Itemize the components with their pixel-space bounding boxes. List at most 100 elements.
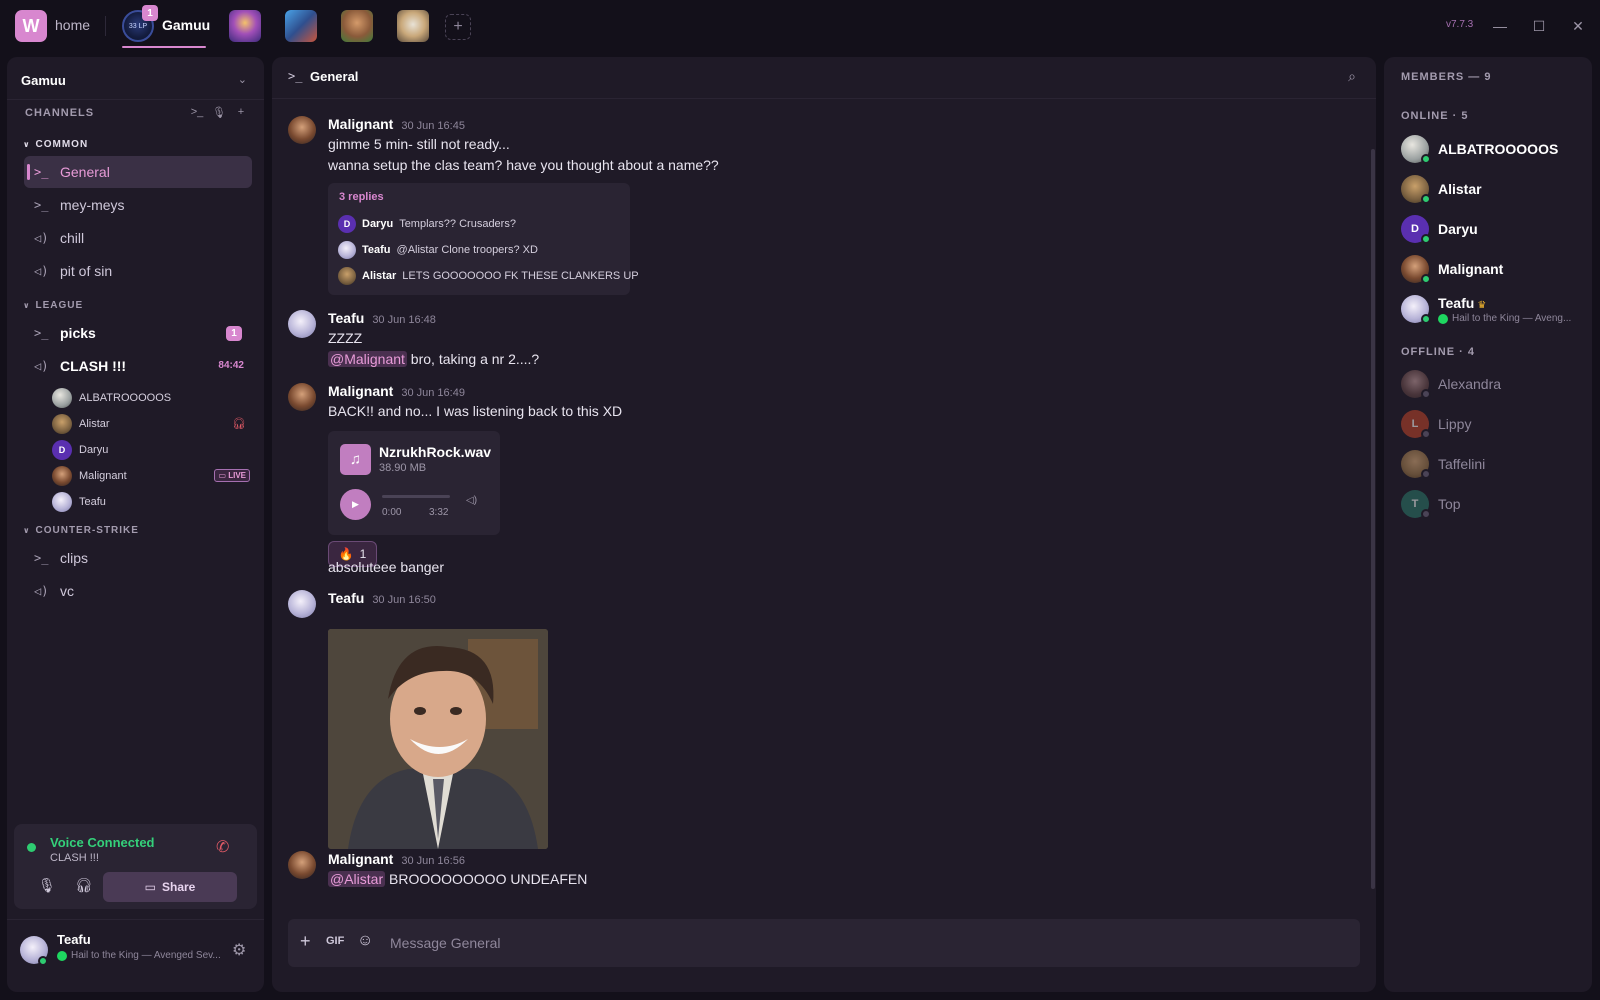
avatar: [338, 241, 356, 259]
message-author[interactable]: Malignant: [328, 851, 393, 867]
member-item[interactable]: Taffelini: [1401, 448, 1581, 480]
server-tab-gamuu[interactable]: 33 LP 1 Gamuu: [122, 5, 210, 48]
member-item[interactable]: D Daryu: [1401, 213, 1581, 245]
add-server-button[interactable]: +: [445, 14, 471, 40]
member-item[interactable]: T Top: [1401, 488, 1581, 520]
offline-status-dot: [1421, 509, 1431, 519]
mic-icon[interactable]: 🎙: [38, 877, 56, 894]
voice-member[interactable]: D Daryu: [52, 438, 250, 462]
live-badge: ▭ LIVE: [214, 469, 250, 482]
text-channel-icon: >_: [34, 165, 49, 179]
server-icon-3[interactable]: [285, 10, 317, 42]
voice-member-name: Alistar: [79, 418, 110, 430]
thread-preview[interactable]: 3 replies D Daryu Templars?? Crusaders? …: [328, 183, 639, 295]
home-tab[interactable]: home: [55, 17, 90, 33]
plus-icon[interactable]: +: [300, 931, 311, 952]
avatar[interactable]: [288, 383, 316, 411]
audio-progress-bar[interactable]: [382, 495, 450, 498]
message-composer: + GIF ☺: [288, 919, 1360, 967]
message-author[interactable]: Malignant: [328, 116, 393, 132]
volume-icon[interactable]: ◁): [466, 495, 477, 506]
search-icon[interactable]: ⌕: [1348, 68, 1356, 85]
category-counter-strike[interactable]: ∨ COUNTER-STRIKE: [23, 525, 139, 536]
thread-reply: D Daryu Templars?? Crusaders?: [338, 215, 516, 233]
avatar[interactable]: [288, 590, 316, 618]
play-icon[interactable]: ▶: [340, 489, 371, 520]
category-common[interactable]: ∨ COMMON: [23, 139, 88, 150]
reply-count[interactable]: 3 replies: [339, 191, 384, 203]
avatar: D: [338, 215, 356, 233]
add-text-channel-icon[interactable]: >_: [190, 106, 204, 119]
add-channel-icon[interactable]: +: [234, 106, 248, 119]
category-league[interactable]: ∨ LEAGUE: [23, 300, 83, 311]
hangup-icon[interactable]: ✆: [216, 837, 229, 857]
share-label: Share: [161, 880, 196, 894]
gif-button[interactable]: GIF: [326, 935, 344, 947]
image-attachment[interactable]: [328, 629, 548, 849]
channel-label: vc: [60, 583, 74, 599]
server-icon-4[interactable]: [341, 10, 373, 42]
message-author[interactable]: Malignant: [328, 383, 393, 399]
user-mention[interactable]: @Alistar: [328, 871, 386, 887]
close-button[interactable]: ✕: [1566, 14, 1590, 38]
voice-member[interactable]: Alistar 🎧︎: [52, 412, 250, 436]
maximize-button[interactable]: ☐: [1527, 14, 1551, 38]
server-header[interactable]: Gamuu ⌄: [21, 69, 251, 93]
voice-channel-icon: ◁): [34, 264, 49, 278]
channel-clips[interactable]: >_ clips: [24, 542, 252, 574]
server-icon-2[interactable]: [229, 10, 261, 42]
member-item[interactable]: ALBATROOOOOS: [1401, 133, 1581, 165]
gear-icon[interactable]: ⚙: [232, 940, 246, 960]
reply-text: Templars?? Crusaders?: [399, 218, 516, 230]
emoji-icon[interactable]: ☺: [357, 932, 373, 950]
message-author[interactable]: Teafu: [328, 590, 364, 606]
online-status-dot: [38, 956, 48, 966]
spotify-icon: [1438, 313, 1448, 324]
member-item[interactable]: Teafu ♛ Hail to the King — Aveng...: [1401, 293, 1581, 333]
message-text-fragment: BROOOOOOOOO UNDEAFEN: [385, 871, 588, 887]
channel-picks[interactable]: >_ picks 1: [24, 317, 252, 349]
voice-member[interactable]: ALBATROOOOOS: [52, 386, 250, 410]
channel-mey-meys[interactable]: >_ mey-meys: [24, 189, 252, 221]
voice-status: Voice Connected: [50, 835, 155, 850]
offline-status-dot: [1421, 429, 1431, 439]
text-channel-icon: >_: [34, 551, 49, 565]
channel-actions: >_ 🎙 +: [190, 106, 248, 119]
message-input[interactable]: [390, 932, 1330, 954]
channel-pit-of-sin[interactable]: ◁) pit of sin: [24, 255, 252, 287]
add-voice-channel-icon[interactable]: 🎙: [212, 106, 226, 119]
channel-chill[interactable]: ◁) chill: [24, 222, 252, 254]
channel-vc[interactable]: ◁) vc: [24, 575, 252, 607]
avatar[interactable]: [288, 116, 316, 144]
scrollbar[interactable]: [1371, 149, 1375, 889]
member-item[interactable]: L Lippy: [1401, 408, 1581, 440]
online-status-dot: [1421, 314, 1431, 324]
server-name: Gamuu: [21, 73, 66, 88]
channel-sidebar: Gamuu ⌄ CHANNELS >_ 🎙 + ∨ COMMON >_ Gene…: [7, 57, 264, 992]
server-icon-5[interactable]: [397, 10, 429, 42]
channel-general[interactable]: >_ General: [24, 156, 252, 188]
channel-clash[interactable]: ◁) CLASH !!! 84:42: [24, 350, 252, 382]
attachment-filename[interactable]: NzrukhRock.wav: [379, 444, 491, 460]
minimize-button[interactable]: —: [1488, 14, 1512, 38]
avatar[interactable]: [288, 851, 316, 879]
headphones-icon[interactable]: 🎧︎: [75, 877, 93, 894]
member-item[interactable]: Alistar: [1401, 173, 1581, 205]
voice-member[interactable]: Malignant ▭ LIVE: [52, 464, 250, 488]
member-item[interactable]: Alexandra: [1401, 368, 1581, 400]
text-channel-icon: >_: [34, 198, 49, 212]
reply-author: Daryu: [362, 218, 394, 230]
online-status-dot: [1421, 274, 1431, 284]
app-logo[interactable]: W: [15, 10, 47, 42]
message-author[interactable]: Teafu: [328, 310, 364, 326]
chevron-down-icon: ∨: [23, 301, 31, 310]
member-name: Top: [1438, 496, 1461, 512]
message-header: Malignant 30 Jun 16:45: [328, 116, 465, 132]
members-header: MEMBERS — 9: [1401, 71, 1492, 83]
avatar[interactable]: [288, 310, 316, 338]
voice-member[interactable]: Teafu: [52, 490, 250, 514]
user-mention[interactable]: @Malignant: [328, 351, 407, 367]
music-note-icon: ♫: [340, 444, 371, 475]
share-screen-button[interactable]: ▭ Share: [103, 872, 237, 902]
member-item[interactable]: Malignant: [1401, 253, 1581, 285]
